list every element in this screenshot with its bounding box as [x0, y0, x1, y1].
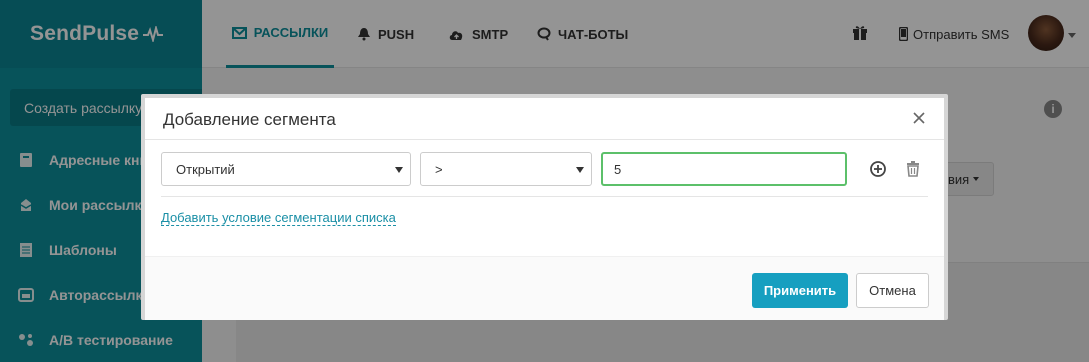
header-divider [145, 139, 944, 140]
trash-icon[interactable] [904, 160, 922, 178]
condition-divider [161, 196, 928, 197]
segment-field-value: Открытий [176, 161, 235, 177]
modal-title: Добавление сегмента [163, 110, 336, 129]
add-segment-condition-link[interactable]: Добавить условие сегментации списка [161, 210, 396, 226]
dropdown-arrow-icon [576, 167, 584, 173]
segment-value-input[interactable] [601, 152, 847, 186]
segment-operator-value: > [435, 161, 443, 177]
cancel-button[interactable]: Отмена [856, 273, 929, 308]
segment-field-select[interactable]: Открытий [161, 152, 411, 186]
add-circle-icon[interactable] [869, 160, 887, 178]
modal-footer: Применить Отмена [145, 256, 944, 320]
add-segment-modal: Добавление сегмента Открытий > Добавить … [141, 94, 948, 320]
segment-operator-select[interactable]: > [420, 152, 592, 186]
dropdown-arrow-icon [395, 167, 403, 173]
close-icon[interactable] [912, 111, 926, 125]
apply-button[interactable]: Применить [752, 273, 848, 308]
